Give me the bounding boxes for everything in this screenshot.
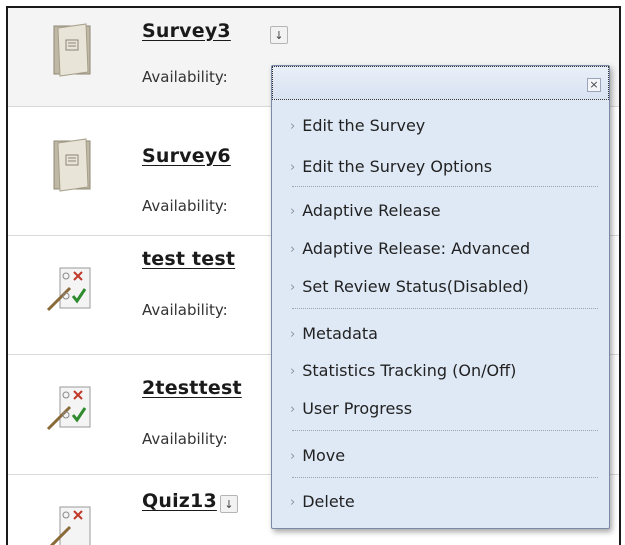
menu-item-label: Statistics Tracking (On/Off) [302,361,517,380]
menu-item-label: Adaptive Release [302,201,441,220]
survey-clipboard-icon [53,138,91,192]
chevron-right-icon: › [290,119,296,134]
item-options-chevron-icon[interactable]: ↓ [270,26,288,44]
survey-clipboard-icon [53,23,91,77]
chevron-right-icon: › [290,242,296,257]
menu-item-set-review-status[interactable]: › Set Review Status(Disabled) [290,277,529,296]
chevron-right-icon: › [290,402,296,417]
availability-label: Availability: [142,301,228,319]
menu-item-edit-survey-options[interactable]: › Edit the Survey Options [290,157,492,176]
test-checklist-icon [46,386,91,431]
menu-item-label: Edit the Survey Options [302,157,493,176]
menu-divider [292,477,598,478]
menu-divider [292,430,598,431]
menu-item-label: Set Review Status(Disabled) [302,277,529,296]
menu-item-adaptive-release[interactable]: › Adaptive Release [290,201,441,220]
item-title-link[interactable]: Quiz13 [142,490,217,512]
menu-item-label: Move [302,446,346,465]
chevron-right-icon: › [290,449,296,464]
chevron-right-icon: › [290,160,296,175]
item-title-link[interactable]: test test [142,248,235,270]
chevron-right-icon: › [290,280,296,295]
availability-label: Availability: [142,68,228,86]
item-options-chevron-icon[interactable]: ↓ [220,495,238,513]
menu-item-user-progress[interactable]: › User Progress [290,399,412,418]
close-icon[interactable]: × [587,78,601,92]
availability-label: Availability: [142,430,228,448]
menu-item-label: Metadata [302,324,378,343]
menu-item-metadata[interactable]: › Metadata [290,324,378,343]
menu-item-statistics-tracking[interactable]: › Statistics Tracking (On/Off) [290,361,516,380]
item-context-menu: × › Edit the Survey › Edit the Survey Opti… [271,65,610,529]
menu-item-delete[interactable]: › Delete [290,492,355,511]
chevron-right-icon: › [290,327,296,342]
item-title-link[interactable]: Survey6 [142,145,231,167]
menu-item-move[interactable]: › Move [290,446,345,465]
chevron-right-icon: › [290,495,296,510]
chevron-right-icon: › [290,204,296,219]
menu-item-edit-survey[interactable]: › Edit the Survey [290,116,425,135]
menu-item-adaptive-release-advanced[interactable]: › Adaptive Release: Advanced [290,239,530,258]
chevron-right-icon: › [290,364,296,379]
menu-header-bar [272,66,609,100]
content-list: Survey3 ↓ Availability: Survey6 Availabi… [6,6,621,545]
menu-item-label: Edit the Survey [302,116,426,135]
menu-divider [292,186,598,187]
availability-label: Availability: [142,197,228,215]
menu-divider [292,308,598,309]
menu-item-label: Adaptive Release: Advanced [302,239,531,258]
menu-item-label: Delete [302,492,355,511]
menu-item-label: User Progress [302,399,413,418]
item-title-link[interactable]: 2testtest [142,377,242,399]
test-checklist-icon [46,267,91,312]
test-checklist-icon [49,506,91,545]
item-title-link[interactable]: Survey3 [142,20,231,42]
